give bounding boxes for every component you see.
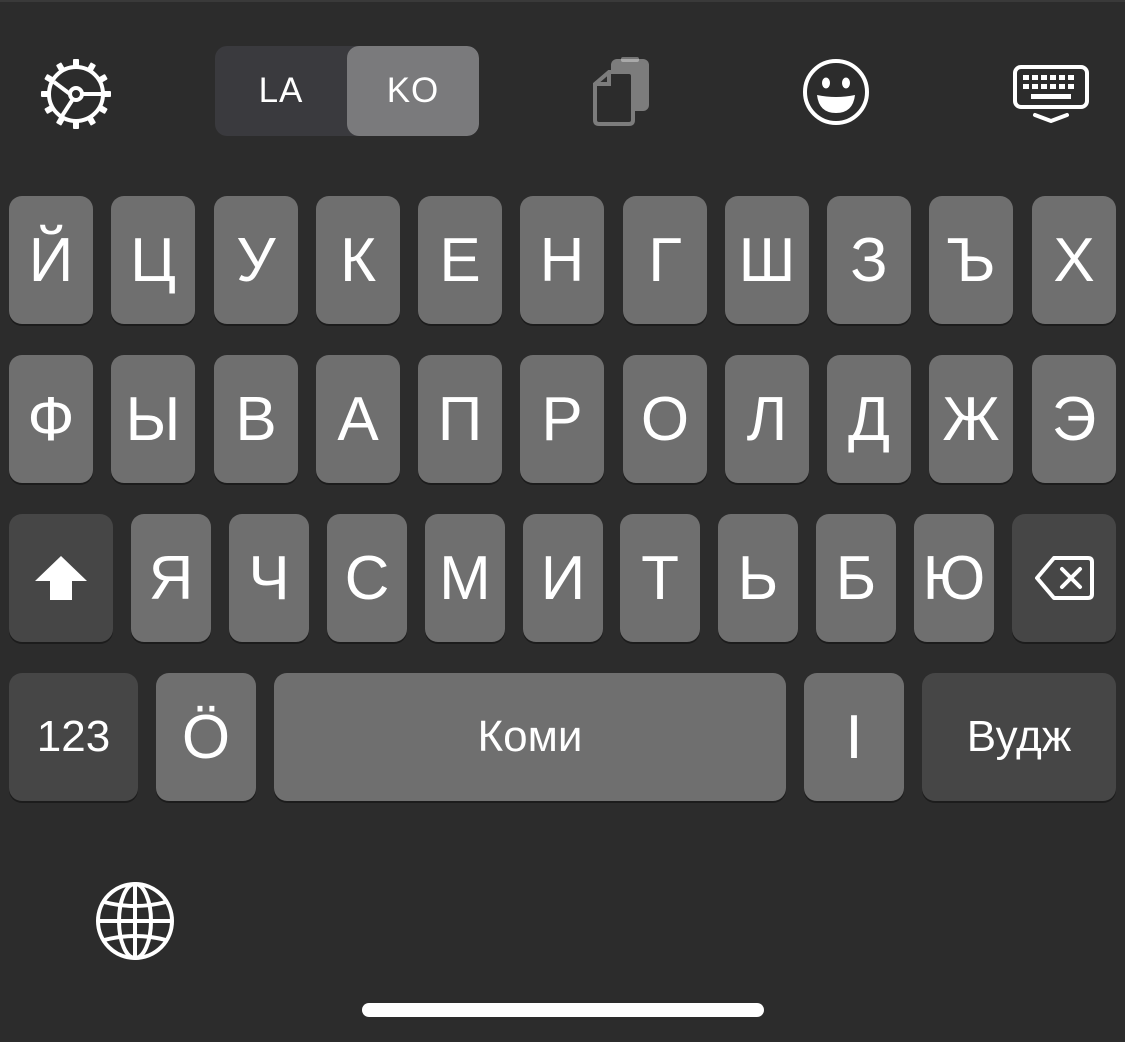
key-н[interactable]: Н [520,196,604,324]
key-д[interactable]: Д [827,355,911,483]
key-с[interactable]: С [327,514,407,642]
key-ъ[interactable]: Ъ [929,196,1013,324]
globe-button[interactable] [92,878,178,964]
shift-key[interactable] [9,514,113,642]
key-ц[interactable]: Ц [111,196,195,324]
key-я[interactable]: Я [131,514,211,642]
home-indicator[interactable] [362,1003,764,1017]
key-ч[interactable]: Ч [229,514,309,642]
key-а[interactable]: А [316,355,400,483]
key-м[interactable]: М [425,514,505,642]
key-з[interactable]: З [827,196,911,324]
language-toggle[interactable]: LA KO [215,46,479,136]
emoji-icon [803,59,869,125]
top-border [0,0,1125,2]
backspace-key[interactable] [1012,514,1116,642]
key-у[interactable]: У [214,196,298,324]
key-э[interactable]: Э [1032,355,1116,483]
numbers-key[interactable]: 123 [9,673,138,801]
key-o-umlaut[interactable]: Ö [156,673,256,801]
gear-icon [41,59,111,129]
key-п[interactable]: П [418,355,502,483]
key-ы[interactable]: Ы [111,355,195,483]
key-ж[interactable]: Ж [929,355,1013,483]
key-т[interactable]: Т [620,514,700,642]
key-р[interactable]: Р [520,355,604,483]
space-key[interactable]: Коми [274,673,786,801]
keyboard-dismiss-icon [1013,65,1089,123]
key-ф[interactable]: Ф [9,355,93,483]
backspace-icon [1035,556,1094,600]
keyboard-dismiss-button[interactable] [1010,62,1092,128]
key-г[interactable]: Г [623,196,707,324]
key-ш[interactable]: Ш [725,196,809,324]
key-ю[interactable]: Ю [914,514,994,642]
key-л[interactable]: Л [725,355,809,483]
key-х[interactable]: Х [1032,196,1116,324]
clipboard-icon [593,57,649,126]
key-к[interactable]: К [316,196,400,324]
lang-segment-ko[interactable]: KO [347,46,479,136]
key-i[interactable]: І [804,673,904,801]
key-в[interactable]: В [214,355,298,483]
lang-segment-la[interactable]: LA [215,46,347,136]
shift-icon [35,556,87,600]
globe-icon [96,882,174,960]
key-е[interactable]: Е [418,196,502,324]
emoji-button[interactable] [798,54,874,130]
settings-button[interactable] [36,54,116,134]
clipboard-button[interactable] [585,54,657,130]
return-key[interactable]: Вудж [922,673,1116,801]
key-и[interactable]: И [523,514,603,642]
key-о[interactable]: О [623,355,707,483]
key-б[interactable]: Б [816,514,896,642]
key-й[interactable]: Й [9,196,93,324]
key-ь[interactable]: Ь [718,514,798,642]
